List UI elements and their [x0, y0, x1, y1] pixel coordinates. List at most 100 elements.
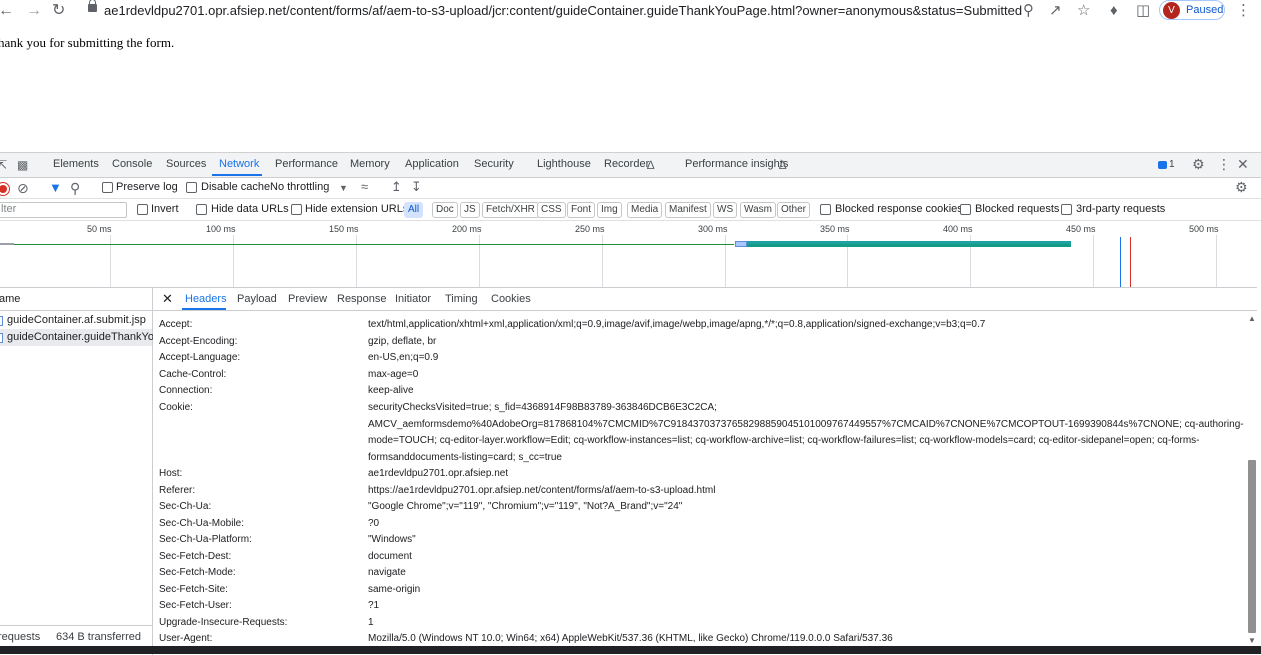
disable-cache-checkbox[interactable]: [186, 182, 197, 193]
name-column-header[interactable]: ame: [0, 288, 152, 311]
tab-response[interactable]: Response: [337, 293, 387, 305]
type-filter-css[interactable]: CSS: [537, 202, 566, 218]
customize-menu-icon[interactable]: ⋮: [1217, 157, 1231, 171]
header-value: keep-alive: [368, 385, 414, 396]
chevron-down-icon[interactable]: ▼: [339, 181, 348, 195]
inspect-element-icon[interactable]: ⇱: [0, 158, 7, 172]
tick-label: 250 ms: [575, 224, 605, 234]
tab-application[interactable]: Application: [405, 158, 459, 170]
scroll-up-icon[interactable]: ▲: [1248, 312, 1256, 326]
close-icon[interactable]: ✕: [162, 291, 173, 307]
message-icon: [1158, 161, 1167, 169]
tab-elements[interactable]: Elements: [53, 158, 99, 170]
type-filter-doc[interactable]: Doc: [432, 202, 458, 218]
header-value: Mozilla/5.0 (Windows NT 10.0; Win64; x64…: [368, 633, 893, 644]
type-filter-other[interactable]: Other: [777, 202, 811, 218]
throttling-select[interactable]: No throttling: [270, 181, 329, 193]
tab-cookies[interactable]: Cookies: [491, 293, 531, 305]
invert-checkbox[interactable]: [137, 204, 148, 215]
request-bar-queue: [0, 243, 14, 245]
import-har-icon[interactable]: ↥: [391, 180, 402, 194]
url-text[interactable]: ae1rdevldpu2701.opr.afsiep.net/content/f…: [104, 3, 1022, 18]
type-filter-js[interactable]: JS: [460, 202, 480, 218]
clear-icon[interactable]: ⊘: [17, 181, 29, 195]
profile-button[interactable]: V Paused: [1159, 0, 1225, 20]
request-bar-waiting: [14, 244, 734, 245]
network-settings-icon[interactable]: ⚙: [1235, 180, 1248, 194]
tab-console[interactable]: Console: [112, 158, 152, 170]
invert-label: Invert: [151, 203, 179, 215]
devtools-tab-bar: ⇱ ▩ Elements Console Sources Network Per…: [0, 153, 1261, 178]
settings-gear-icon[interactable]: ⚙: [1192, 157, 1205, 171]
bookmark-star-icon[interactable]: ☆: [1077, 1, 1090, 21]
header-value: ?0: [368, 518, 380, 529]
tab-lighthouse[interactable]: Lighthouse: [537, 158, 591, 170]
third-party-requests-checkbox[interactable]: [1061, 204, 1072, 215]
type-filter-all[interactable]: All: [404, 202, 424, 218]
tab-network[interactable]: Network: [219, 158, 259, 170]
tab-memory[interactable]: Memory: [350, 158, 390, 170]
network-toolbar: ⊘ ▼ ⚲ Preserve log Disable cache No thro…: [0, 178, 1261, 199]
preserve-log-checkbox[interactable]: [102, 182, 113, 193]
close-devtools-icon[interactable]: ✕: [1237, 157, 1249, 171]
gridline: [602, 235, 603, 287]
third-party-requests-label: 3rd-party requests: [1076, 203, 1166, 215]
tab-recorder[interactable]: Recorder: [604, 158, 649, 170]
tab-performance[interactable]: Performance: [275, 158, 338, 170]
search-icon[interactable]: ⚲: [70, 181, 80, 195]
scrollbar-thumb[interactable]: [1248, 460, 1256, 633]
export-har-icon[interactable]: ↧: [411, 180, 422, 194]
extensions-puzzle-icon[interactable]: ♦: [1110, 1, 1118, 21]
header-value: mode=TOUCH; cq-editor-layer.workflow=Edi…: [368, 435, 1200, 446]
share-icon[interactable]: ↗: [1049, 1, 1062, 21]
tick-label: 200 ms: [452, 224, 482, 234]
browser-menu-icon[interactable]: ⋮: [1236, 1, 1251, 19]
type-filter-font[interactable]: Font: [567, 202, 596, 218]
tab-payload[interactable]: Payload: [237, 293, 277, 305]
forward-arrow-icon[interactable]: →: [26, 1, 42, 21]
request-row[interactable]: guideContainer.af.submit.jsp: [0, 312, 152, 329]
type-filter-wasm[interactable]: Wasm: [740, 202, 776, 218]
network-conditions-icon[interactable]: ≈: [361, 180, 368, 194]
tab-headers[interactable]: Headers: [185, 293, 227, 305]
back-arrow-icon[interactable]: ←: [0, 1, 14, 21]
record-icon[interactable]: [0, 183, 9, 195]
tab-performance-insights[interactable]: Performance insights: [685, 158, 788, 170]
header-key: Accept-Encoding:: [159, 336, 238, 347]
header-key: Accept-Language:: [159, 352, 241, 363]
issues-badge[interactable]: 1: [1158, 159, 1178, 171]
blocked-response-cookies-checkbox[interactable]: [820, 204, 831, 215]
request-detail-pane: ✕ Headers Payload Preview Response Initi…: [153, 288, 1257, 655]
hide-extension-urls-checkbox[interactable]: [291, 204, 302, 215]
gridline: [356, 235, 357, 287]
header-value: "Google Chrome";v="119", "Chromium";v="1…: [368, 501, 683, 512]
type-filter-img[interactable]: Img: [597, 202, 622, 218]
tick-label: 350 ms: [820, 224, 850, 234]
device-toolbar-icon[interactable]: ▩: [17, 158, 28, 172]
type-filter-manifest[interactable]: Manifest: [665, 202, 711, 218]
blocked-requests-checkbox[interactable]: [960, 204, 971, 215]
filter-funnel-icon[interactable]: ▼: [49, 181, 62, 195]
tick-label: 300 ms: [698, 224, 728, 234]
hide-data-urls-checkbox[interactable]: [196, 204, 207, 215]
tab-security[interactable]: Security: [474, 158, 514, 170]
request-row[interactable]: guideContainer.guideThankYo...: [0, 329, 163, 346]
header-value: document: [368, 551, 412, 562]
type-filter-fetch-xhr[interactable]: Fetch/XHR: [482, 202, 539, 218]
summary-bar: requests 634 B transferred: [0, 625, 152, 648]
tab-timing[interactable]: Timing: [445, 293, 478, 305]
header-value: gzip, deflate, br: [368, 336, 437, 347]
filter-input[interactable]: lter: [0, 202, 127, 218]
tab-preview[interactable]: Preview: [288, 293, 327, 305]
header-value: formsanddocuments-listing=card; s_cc=tru…: [368, 452, 562, 463]
network-overview-timeline[interactable]: 50 ms 100 ms 150 ms 200 ms 250 ms 300 ms…: [0, 221, 1257, 288]
type-filter-media[interactable]: Media: [627, 202, 663, 218]
lock-icon[interactable]: [88, 0, 97, 12]
side-panel-icon[interactable]: ◫: [1136, 1, 1150, 21]
reload-icon[interactable]: ↻: [52, 1, 65, 21]
tab-initiator[interactable]: Initiator: [395, 293, 431, 305]
gridline: [725, 235, 726, 287]
type-filter-ws[interactable]: WS: [713, 202, 738, 218]
tab-sources[interactable]: Sources: [166, 158, 206, 170]
zoom-search-icon[interactable]: ⚲: [1023, 1, 1034, 21]
